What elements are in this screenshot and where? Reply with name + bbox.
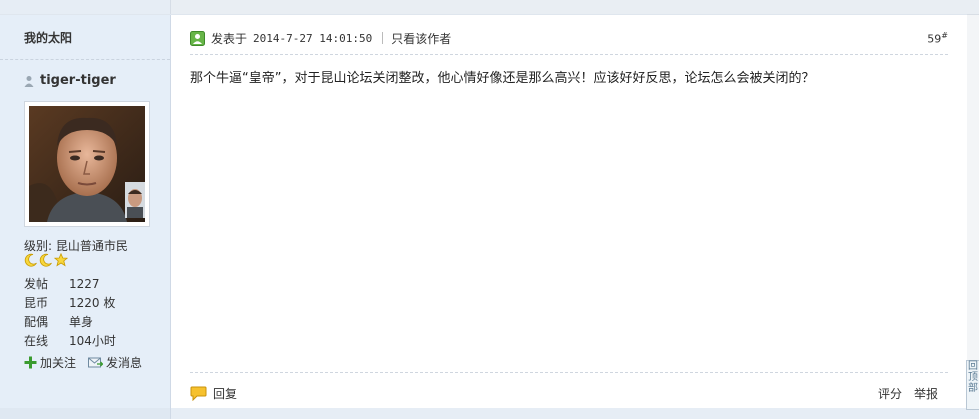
author-sidebar: 我的太阳 tiger-tiger 级别: 昆山普通市民 发帖 1227 昆币 1… — [0, 15, 171, 409]
stat-key: 昆币 — [24, 296, 49, 310]
post-content: 那个牛逼“皇帝”，对于昆山论坛关闭整改，他心情好像还是那么高兴！应该好好反思，论… — [190, 71, 815, 86]
sidebar-section-title: 我的太阳 — [0, 15, 170, 60]
star-icon — [54, 253, 68, 267]
envelope-icon — [88, 357, 104, 367]
post-main: 发表于 2014-7-27 14:01:50 只看该作者 59# 那个牛逼“皇帝… — [190, 15, 948, 409]
post-actions: 评分 举报 — [878, 385, 938, 402]
stat-row: 发帖 1227 — [24, 275, 164, 294]
floor-value: 59 — [927, 32, 942, 46]
rank-icons — [24, 253, 68, 267]
avatar[interactable] — [24, 101, 150, 227]
speech-bubble-icon — [190, 386, 207, 401]
stat-value[interactable]: 1227 — [69, 275, 100, 294]
top-strip-left — [0, 0, 171, 14]
author-name-row[interactable]: tiger-tiger — [24, 73, 116, 88]
moon-icon — [24, 253, 37, 267]
plus-icon — [24, 356, 37, 369]
follow-button[interactable]: 加关注 — [24, 354, 76, 371]
posted-label: 发表于 — [211, 31, 248, 46]
follow-label[interactable]: 加关注 — [40, 354, 76, 371]
stat-key: 配偶 — [24, 315, 49, 329]
stat-key: 发帖 — [24, 277, 49, 291]
post-footer: 回复 评分 举报 — [190, 372, 948, 403]
stat-key: 在线 — [24, 334, 49, 348]
online-status-icon — [190, 30, 205, 46]
reply-label[interactable]: 回复 — [213, 385, 237, 402]
bottom-strip — [0, 408, 979, 419]
send-message-label[interactable]: 发消息 — [106, 354, 142, 371]
floor-suffix: # — [941, 30, 948, 40]
post-timestamp: 2014-7-27 14:01:50 — [253, 31, 373, 45]
moon-icon — [39, 253, 52, 267]
post-meta: 发表于 2014-7-27 14:01:50 — [190, 30, 372, 47]
post-header: 发表于 2014-7-27 14:01:50 只看该作者 59# — [190, 28, 948, 55]
author-actions: 加关注 发消息 — [24, 354, 142, 371]
author-username[interactable]: tiger-tiger — [40, 73, 116, 88]
stat-row: 配偶 单身 — [24, 313, 164, 332]
stat-row: 昆币 1220 枚 — [24, 294, 164, 313]
rate-link[interactable]: 评分 — [878, 385, 902, 402]
reply-button[interactable]: 回复 — [190, 385, 237, 402]
send-message-button[interactable]: 发消息 — [88, 354, 142, 371]
back-to-top-button[interactable]: 回顶部 — [966, 360, 979, 410]
stat-value: 104小时 — [69, 334, 116, 348]
report-link[interactable]: 举报 — [914, 385, 938, 402]
stat-value: 1220 枚 — [69, 296, 116, 310]
avatar-image — [29, 106, 145, 222]
floor-number[interactable]: 59# — [927, 31, 948, 46]
user-icon — [24, 75, 34, 87]
forum-post: 我的太阳 tiger-tiger 级别: 昆山普通市民 发帖 1227 昆币 1… — [0, 14, 967, 409]
top-strip — [0, 0, 979, 15]
divider — [382, 32, 384, 44]
stat-value: 单身 — [69, 315, 94, 329]
user-level: 级别: 昆山普通市民 — [24, 239, 128, 253]
only-author-link[interactable]: 只看该作者 — [391, 30, 451, 47]
stat-row: 在线 104小时 — [24, 332, 164, 351]
bottom-strip-left — [0, 408, 171, 419]
user-stats: 发帖 1227 昆币 1220 枚 配偶 单身 在线 104小时 — [24, 275, 164, 351]
